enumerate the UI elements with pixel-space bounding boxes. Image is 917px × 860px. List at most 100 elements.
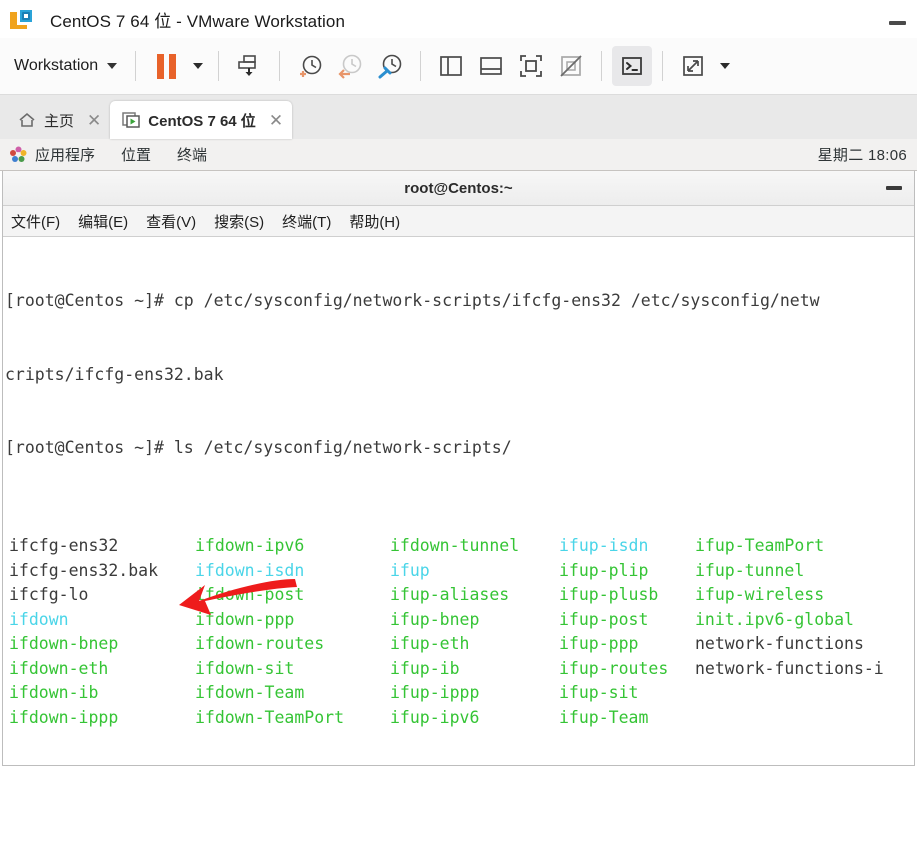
terminal-title: root@Centos:~ — [404, 179, 513, 197]
gnome-applications-menu[interactable]: 应用程序 — [10, 144, 95, 165]
fullscreen-icon — [520, 55, 543, 77]
ls-entry: ifup-plip — [559, 560, 649, 580]
ls-entry: ifup-wireless — [695, 585, 825, 604]
ls-entry: ifup — [390, 560, 430, 580]
vmware-title-bar: CentOS 7 64 位 - VMware Workstation — [0, 0, 917, 38]
snapshot-manage-icon — [378, 54, 402, 79]
console-view-button[interactable] — [612, 46, 653, 86]
ls-entry: ifdown-ipv6 — [195, 536, 305, 555]
terminal-menu-view[interactable]: 查看(V) — [146, 211, 196, 232]
workstation-menu-button[interactable]: Workstation — [8, 53, 125, 79]
console-prompt-icon — [622, 57, 643, 75]
ls-entry: ifup-ib — [390, 658, 460, 678]
toolbar-divider — [601, 51, 603, 81]
terminal-menu-file[interactable]: 文件(F) — [11, 211, 60, 232]
terminal-menu-terminal[interactable]: 终端(T) — [282, 211, 331, 232]
chevron-down-icon — [720, 63, 731, 69]
gnome-places-menu[interactable]: 位置 — [121, 144, 151, 165]
tab-centos-vm[interactable]: CentOS 7 64 位 ✕ — [110, 101, 293, 139]
unity-mode-button[interactable] — [551, 46, 591, 86]
ls-entry: ifup-eth — [390, 634, 470, 653]
ls-entry: ifup-aliases — [390, 585, 510, 604]
ls-entry: ifdown-ib — [9, 683, 99, 702]
terminal-minimize-button[interactable] — [886, 186, 902, 190]
ls-entry: init.ipv6-global — [695, 609, 854, 629]
vm-running-icon — [122, 112, 141, 128]
pause-vm-button[interactable] — [146, 46, 186, 86]
ls-column: ifdown-tunnel ifup ifup-aliases ifup-bnep if… — [390, 534, 519, 730]
stretch-arrows-icon — [683, 56, 704, 76]
terminal-menu-bar: 文件(F) 编辑(E) 查看(V) 搜索(S) 终端(T) 帮助(H) — [3, 206, 914, 237]
ls-entry: ifdown-post — [195, 585, 305, 604]
terminal-window: root@Centos:~ 文件(F) 编辑(E) 查看(V) 搜索(S) 终端… — [2, 171, 915, 766]
workstation-menu-label: Workstation — [14, 57, 99, 74]
ls-entry: ifup-bnep — [390, 609, 480, 629]
manage-snapshots-button[interactable] — [370, 46, 410, 86]
ls-entry: ifcfg-ens32.bak — [9, 560, 159, 580]
pause-dropdown-button[interactable] — [186, 46, 208, 86]
take-snapshot-button[interactable] — [290, 46, 330, 86]
ls-entry: ifdown-bnep — [9, 634, 119, 653]
ls-entry: ifup-Team — [559, 707, 649, 727]
ls-entry: ifup-routes — [559, 658, 669, 678]
window-minimize-button[interactable] — [883, 14, 911, 32]
ls-entry: ifup-post — [559, 609, 649, 629]
window-title: CentOS 7 64 位 - VMware Workstation — [50, 11, 346, 31]
terminal-line: cripts/ifcfg-ens32.bak — [5, 364, 224, 384]
ls-entry: ifdown-sit — [195, 658, 295, 678]
terminal-line: [root@Centos ~]# cp /etc/sysconfig/netwo… — [5, 291, 820, 310]
ls-entry: ifup-ipv6 — [390, 707, 480, 727]
fullscreen-button[interactable] — [511, 46, 551, 86]
tab-home[interactable]: 主页 ✕ — [6, 101, 111, 139]
gnome-applications-label: 应用程序 — [35, 147, 96, 164]
tab-home-label: 主页 — [44, 112, 75, 130]
stretch-dropdown-button[interactable] — [713, 46, 735, 86]
toolbar-divider — [135, 51, 137, 81]
ls-column: ifdown-ipv6 ifdown-isdn ifdown-post ifdown-… — [195, 534, 344, 730]
ls-entry: ifdown-tunnel — [390, 536, 520, 555]
tab-centos-vm-label: CentOS 7 64 位 — [148, 112, 256, 130]
show-thumbnail-bar-button[interactable] — [471, 46, 511, 86]
tab-centos-vm-close-icon[interactable]: ✕ — [269, 112, 283, 129]
chevron-down-icon — [107, 63, 118, 69]
ls-entry: ifdown-routes — [195, 634, 325, 653]
tab-home-close-icon[interactable]: ✕ — [87, 112, 101, 129]
show-sidebar-button[interactable] — [431, 46, 471, 86]
ls-entry: ifup-sit — [559, 683, 639, 702]
ls-entry: ifcfg-ens32 — [9, 536, 119, 555]
ls-entry: ifdown-Team — [195, 683, 305, 702]
ls-entry: ifdown-ippp — [9, 707, 119, 727]
gnome-clock[interactable]: 星期二 18:06 — [818, 144, 907, 165]
tab-strip: 主页 ✕ CentOS 7 64 位 ✕ — [0, 95, 917, 139]
chevron-down-icon — [193, 63, 204, 69]
terminal-menu-search[interactable]: 搜索(S) — [214, 211, 264, 232]
toolbar-divider — [218, 51, 220, 81]
send-ctrl-alt-del-button[interactable] — [229, 46, 269, 86]
gnome-terminal-menu[interactable]: 终端 — [177, 144, 207, 165]
ls-entry: ifup-plusb — [559, 585, 659, 604]
terminal-title-bar: root@Centos:~ — [3, 171, 914, 206]
gnome-top-bar: 应用程序 位置 终端 星期二 18:06 — [0, 139, 917, 171]
terminal-line: [root@Centos ~]# ls /etc/sysconfig/netwo… — [5, 438, 512, 457]
ls-entry: ifup-ippp — [390, 683, 480, 702]
stretch-view-button[interactable] — [673, 46, 713, 86]
ls-entry: ifup-ppp — [559, 634, 639, 653]
ls-entry: ifup-tunnel — [695, 560, 805, 580]
ls-entry: ifup-isdn — [559, 536, 649, 555]
ls-entry: ifdown-isdn — [195, 560, 305, 580]
terminal-output-area[interactable]: [root@Centos ~]# cp /etc/sysconfig/netwo… — [3, 237, 914, 764]
terminal-menu-edit[interactable]: 编辑(E) — [78, 211, 128, 232]
ls-entry: ifdown — [9, 609, 69, 629]
toolbar-divider — [279, 51, 281, 81]
pause-icon — [156, 53, 176, 79]
terminal-menu-help[interactable]: 帮助(H) — [349, 211, 400, 232]
ls-entry: ifup-TeamPort — [695, 536, 825, 555]
toolbar-divider — [662, 51, 664, 81]
toolbar-divider — [420, 51, 422, 81]
ls-output-grid: ifcfg-ens32 ifcfg-ens32.bak ifcfg-lo ifdown… — [5, 534, 914, 727]
snapshot-add-icon — [300, 55, 322, 77]
revert-snapshot-button[interactable] — [330, 46, 370, 86]
applications-icon — [10, 146, 27, 162]
ls-entry: ifcfg-lo — [9, 585, 89, 604]
ls-entry: ifdown-eth — [9, 658, 109, 678]
